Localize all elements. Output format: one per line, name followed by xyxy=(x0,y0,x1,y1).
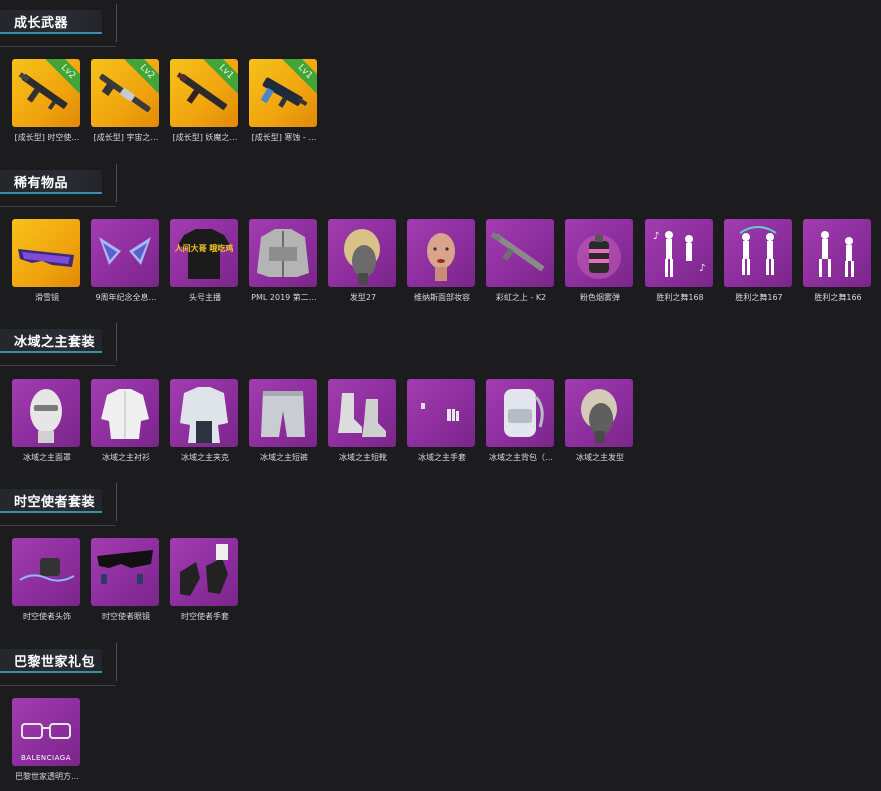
item-name: PML 2019 第二… xyxy=(251,293,317,302)
gloves-icon xyxy=(421,403,459,421)
section-title: 冰域之主套装 xyxy=(14,335,96,350)
hair-icon xyxy=(344,229,380,285)
item-name: 维纳斯面部妆容 xyxy=(414,293,470,302)
item-name: 冰域之主背包（… xyxy=(489,453,553,462)
section-title: 成长武器 xyxy=(14,16,69,31)
hair-icon xyxy=(581,389,617,443)
brand-label: BALENCIAGA xyxy=(21,754,71,762)
item-name: 粉色烟雾弹 xyxy=(580,293,620,302)
mask-icon xyxy=(30,389,62,443)
dance-icon xyxy=(739,226,777,275)
item-name: [成长型] 妖魔之… xyxy=(172,133,238,142)
item-name: 时空使者头饰 xyxy=(23,612,71,621)
svg-text:♪: ♪ xyxy=(699,263,705,274)
dance-icon: ♪ ♪ xyxy=(653,231,705,277)
item-name: 冰域之主发型 xyxy=(576,453,624,462)
item-name: [成长型] 宇宙之… xyxy=(93,133,159,142)
section-header-time-envoy-set: 时空使者套装 xyxy=(0,483,118,526)
item-name: 冰域之主衬衫 xyxy=(102,453,150,462)
section-title: 巴黎世家礼包 xyxy=(14,655,96,670)
rifle-icon xyxy=(490,231,545,272)
jacket-icon xyxy=(257,229,309,277)
section-header-balenciaga-pack: 巴黎世家礼包 xyxy=(0,643,118,686)
dance-icon xyxy=(819,231,854,277)
cat-ears-icon xyxy=(99,237,151,265)
item-name: 胜利之舞166 xyxy=(814,293,862,302)
section-header-rare-items: 稀有物品 xyxy=(0,164,118,207)
item-name: 发型27 xyxy=(349,293,377,302)
item-name: 彩虹之上 - K2 xyxy=(495,293,547,302)
item-name: 冰域之主手套 xyxy=(418,453,466,462)
item-name: 冰域之主夹克 xyxy=(181,453,229,462)
shirt-icon xyxy=(101,389,149,439)
item-name: 时空使者眼镜 xyxy=(102,612,150,621)
tshirt-print: 人间大哥 哦吃鸡 xyxy=(175,243,234,253)
section-title: 稀有物品 xyxy=(14,176,69,191)
backpack-icon xyxy=(504,389,544,437)
gloves-icon xyxy=(180,544,228,596)
svg-text:♪: ♪ xyxy=(653,231,659,242)
item-name: 胜利之舞167 xyxy=(735,293,783,302)
item-name: 9周年纪念全息… xyxy=(95,293,157,302)
item-name: 头号主播 xyxy=(189,293,221,302)
item-name: [成长型] 寒蚀 - … xyxy=(251,133,317,142)
face-icon xyxy=(427,233,455,281)
section-title: 时空使者套装 xyxy=(14,495,96,510)
item-name: [成长型] 时空使… xyxy=(14,133,80,142)
item-name: 冰域之主面罩 xyxy=(23,453,71,462)
item-name: 滑雪镜 xyxy=(35,293,59,302)
tshirt-icon: 人间大哥 哦吃鸡 xyxy=(175,229,234,279)
item-name: 冰域之主短靴 xyxy=(339,453,387,462)
boots-icon xyxy=(338,393,386,437)
headpiece-icon xyxy=(19,558,75,582)
item-name: 胜利之舞168 xyxy=(656,293,704,302)
glasses-icon xyxy=(97,550,153,584)
item-name: 冰域之主短裤 xyxy=(260,453,308,462)
section-header-ice-lord-set: 冰域之主套装 xyxy=(0,323,118,366)
shorts-icon xyxy=(261,391,305,437)
sunglasses-icon: BALENCIAGA xyxy=(21,723,71,762)
grenade-icon xyxy=(577,235,621,279)
item-name: 时空使者手套 xyxy=(181,612,229,621)
section-header-growth-weapons: 成长武器 xyxy=(0,4,118,47)
goggles-icon xyxy=(18,249,74,267)
item-name: 巴黎世家透明方… xyxy=(15,772,79,781)
coat-icon xyxy=(180,387,228,443)
